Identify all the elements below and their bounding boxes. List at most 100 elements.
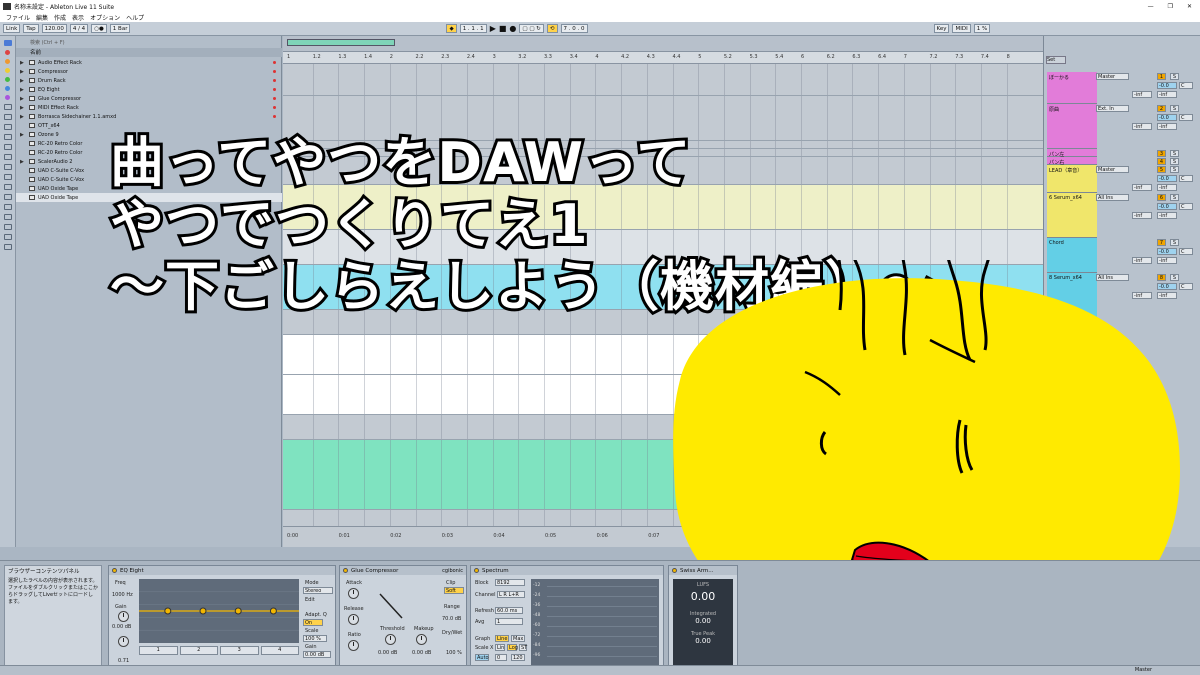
pan-field[interactable]: C	[1179, 114, 1193, 121]
spectrum-refresh-field[interactable]: 60.0 ms	[495, 607, 523, 614]
solo-button[interactable]: S	[1170, 239, 1179, 246]
eq-band-point[interactable]	[234, 607, 242, 615]
pan-field[interactable]: C	[1179, 82, 1193, 89]
loop-end-field[interactable]: 7 . 0 . 0	[560, 24, 588, 33]
eq-band-button[interactable]: 3	[220, 646, 259, 655]
menu-edit[interactable]: 編集	[36, 13, 48, 22]
glue-release-knob[interactable]	[348, 614, 359, 625]
sidebar-templates-icon[interactable]	[3, 194, 12, 200]
expand-arrow-icon[interactable]: ▶	[20, 78, 29, 84]
expand-arrow-icon[interactable]: ▶	[20, 96, 29, 102]
menu-options[interactable]: オプション	[90, 13, 120, 22]
sidebar-folder-2-icon[interactable]	[3, 244, 12, 250]
spectrum-line-button[interactable]: Line	[495, 635, 509, 642]
sidebar-user-library-icon[interactable]	[3, 214, 12, 220]
eq-band-button[interactable]: 2	[179, 646, 218, 655]
eq-band-point[interactable]	[269, 607, 277, 615]
sidebar-color-yellow-icon[interactable]	[5, 68, 10, 73]
stop-icon[interactable]: ■	[499, 24, 507, 33]
sidebar-packs-icon[interactable]	[3, 204, 12, 210]
track-activator[interactable]: 1	[1157, 73, 1166, 80]
overview-viewport[interactable]	[287, 39, 395, 46]
glue-makeup-knob[interactable]	[416, 634, 427, 645]
track-activator[interactable]: 7	[1157, 239, 1166, 246]
metronome-icon[interactable]: ○●	[91, 24, 107, 33]
maximize-icon[interactable]: ❐	[1168, 3, 1173, 10]
record-icon[interactable]: ●	[509, 24, 516, 33]
browser-item[interactable]: OTT_x64	[16, 121, 282, 130]
device-on-icon[interactable]	[672, 568, 677, 573]
sidebar-color-blue-icon[interactable]	[5, 86, 10, 91]
glue-makeup-value[interactable]: 0.00 dB	[412, 650, 431, 656]
glue-ratio-knob[interactable]	[348, 640, 359, 651]
position-field[interactable]: 1 . 1 . 1	[459, 24, 487, 33]
browser-item[interactable]: ▶ MIDI Effect Rack	[16, 103, 282, 112]
glue-range-value[interactable]: 70.0 dB	[442, 616, 461, 622]
spectrum-range-low[interactable]: 0	[495, 654, 507, 661]
glue-soft-clip-toggle[interactable]: Soft	[444, 587, 464, 594]
sidebar-grooves-icon[interactable]	[3, 184, 12, 190]
sidebar-current-project-icon[interactable]	[3, 224, 12, 230]
eq-graph[interactable]	[139, 579, 299, 643]
expand-arrow-icon[interactable]: ▶	[20, 87, 29, 93]
browser-item[interactable]: ▶ Audio Effect Rack	[16, 58, 282, 67]
tap-button[interactable]: Tap	[23, 24, 39, 33]
pan-field[interactable]: C	[1179, 248, 1193, 255]
volume-field[interactable]: -0.0	[1157, 203, 1177, 210]
arrangement-overview[interactable]	[283, 36, 1043, 52]
eq-band-point[interactable]	[164, 607, 172, 615]
browser-item[interactable]: ▶ Glue Compressor	[16, 94, 282, 103]
track-io-select[interactable]: Ext. In	[1096, 105, 1129, 112]
track-activator[interactable]: 2	[1157, 105, 1166, 112]
eq-gain-knob[interactable]	[118, 611, 129, 622]
browser-item[interactable]: ▶ Borrasca Sidechainer 1.1.amxd	[16, 112, 282, 121]
expand-arrow-icon[interactable]: ▶	[20, 132, 29, 138]
pan-field[interactable]: C	[1179, 175, 1193, 182]
mixer-track-header[interactable]: ぼーかる	[1047, 72, 1097, 104]
sidebar-color-red-icon[interactable]	[5, 50, 10, 55]
eq-output-gain-field[interactable]: 0.00 dB	[303, 651, 331, 658]
spectrum-max-button[interactable]: Max	[511, 635, 525, 642]
pan-field[interactable]: C	[1179, 203, 1193, 210]
sidebar-collection-icon[interactable]	[3, 40, 12, 46]
menu-file[interactable]: ファイル	[6, 13, 30, 22]
spectrum-auto-button[interactable]: Auto	[475, 654, 489, 661]
eq-q-knob[interactable]	[118, 636, 129, 647]
solo-button[interactable]: S	[1170, 105, 1179, 112]
eq-scale-field[interactable]: 100 %	[303, 635, 327, 642]
solo-button[interactable]: S	[1170, 150, 1179, 157]
set-button[interactable]: Set	[1046, 56, 1066, 64]
glue-drywet-value[interactable]: 100 %	[446, 650, 462, 656]
beat-ruler[interactable]: 1 1.2 1.3 1.4 2 2.2 2.3 2.4 3 3.2 3.3 3.4 4 4.2 4.3 4.4…	[283, 52, 1043, 64]
loop-start-field[interactable]: ▢ ▢ ↻	[519, 24, 544, 33]
sidebar-samples-icon[interactable]	[3, 174, 12, 180]
eq-adapt-q-toggle[interactable]: On	[303, 619, 323, 626]
eq-band-button[interactable]: 4	[260, 646, 299, 655]
glue-threshold-value[interactable]: 0.00 dB	[378, 650, 397, 656]
spectrum-log-button[interactable]: Log	[507, 644, 518, 651]
sidebar-audio-effects-icon[interactable]	[3, 134, 12, 140]
menu-help[interactable]: ヘルプ	[126, 13, 144, 22]
tempo-field[interactable]: 120.00	[41, 24, 67, 33]
menu-view[interactable]: 表示	[72, 13, 84, 22]
solo-button[interactable]: S	[1170, 73, 1179, 80]
midi-button[interactable]: MIDI	[952, 24, 971, 33]
sidebar-drums-icon[interactable]	[3, 114, 12, 120]
loop-button[interactable]: ⟲	[546, 24, 558, 33]
expand-arrow-icon[interactable]: ▶	[20, 105, 29, 111]
track-activator[interactable]: 5	[1157, 166, 1166, 173]
spectrum-st-button[interactable]: ST	[519, 644, 527, 651]
eq-mode-select[interactable]: Stereo	[303, 587, 333, 594]
eq-eight-header[interactable]: EQ Eight	[109, 566, 335, 575]
spectrum-channel-select[interactable]: L R L+R	[497, 591, 525, 598]
minimize-icon[interactable]: —	[1148, 3, 1154, 10]
sidebar-instruments-icon[interactable]	[3, 124, 12, 130]
sidebar-clips-icon[interactable]	[3, 164, 12, 170]
browser-item[interactable]: ▶ Compressor	[16, 67, 282, 76]
follow-button[interactable]: ◆	[446, 24, 457, 33]
track-activator[interactable]: 3	[1157, 150, 1166, 157]
expand-arrow-icon[interactable]: ▶	[20, 69, 29, 75]
key-button[interactable]: Key	[933, 24, 950, 33]
track-lane[interactable]	[283, 64, 1043, 96]
eq-freq-value[interactable]: 1000 Hz	[112, 592, 133, 598]
